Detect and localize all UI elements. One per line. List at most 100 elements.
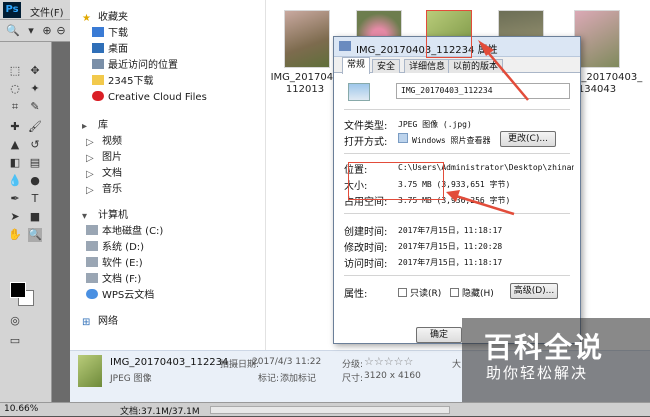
nav-docs-f[interactable]: 文档 (F:) bbox=[86, 272, 141, 288]
nav-system-d[interactable]: 系统 (D:) bbox=[86, 240, 144, 256]
gradient-tool-icon[interactable]: ▤ bbox=[28, 156, 42, 170]
file-type-icon bbox=[348, 83, 370, 101]
rating-stars[interactable]: ☆☆☆☆☆ bbox=[364, 355, 413, 368]
foreground-color-swatch[interactable] bbox=[10, 282, 26, 298]
highlight-box-thumbnail bbox=[426, 10, 472, 58]
change-button[interactable]: 更改(C)... bbox=[500, 131, 556, 147]
nav-downloads[interactable]: 下载 bbox=[92, 26, 128, 42]
created-label: 创建时间: bbox=[344, 227, 388, 238]
advanced-button[interactable]: 高级(D)... bbox=[510, 283, 558, 299]
marquee-tool-icon[interactable]: ⬚ bbox=[8, 64, 22, 78]
desktop-icon bbox=[92, 43, 104, 53]
divider bbox=[344, 275, 570, 276]
type-label: 文件类型: bbox=[344, 121, 388, 132]
nav-videos[interactable]: ▷ 视频 bbox=[86, 134, 122, 150]
chevron-down-icon[interactable]: ▾ bbox=[24, 24, 38, 38]
accessed-value: 2017年7月15日，11:18:17 bbox=[398, 258, 503, 267]
ps-toolbox: ⬚ ✥ ◌ ✦ ⌗ ✎ ✚ 🖌 ▲ ↺ ◧ ▤ 💧 ● ✒ T ➤ ■ ✋ 🔍 … bbox=[0, 42, 52, 402]
readonly-checkbox[interactable]: 只读(R) bbox=[398, 286, 441, 299]
recent-places-icon bbox=[92, 59, 104, 69]
created-value: 2017年7月15日，11:18:17 bbox=[398, 226, 503, 235]
zoom-tool-icon[interactable]: 🔍 bbox=[6, 24, 20, 38]
nav-software-e[interactable]: 软件 (E:) bbox=[86, 256, 143, 272]
ps-menubar: Ps 文件(F) bbox=[0, 0, 70, 20]
zoom-out-icon[interactable]: ⊖ bbox=[54, 24, 68, 38]
eyedropper-icon[interactable]: ✎ bbox=[28, 100, 42, 114]
nav-creative-cloud[interactable]: Creative Cloud Files bbox=[92, 90, 207, 106]
ps-canvas-area bbox=[52, 42, 70, 402]
zoom-level[interactable]: 10.66% bbox=[4, 404, 38, 414]
magic-wand-icon[interactable]: ✦ bbox=[28, 82, 42, 96]
nav-recent[interactable]: 最近访问的位置 bbox=[92, 58, 178, 74]
pen-tool-icon[interactable]: ✒ bbox=[8, 192, 22, 206]
nav-local-disk-c[interactable]: 本地磁盘 (C:) bbox=[86, 224, 163, 240]
type-value: JPEG 图像 (.jpg) bbox=[398, 120, 472, 129]
dialog-body: IMG_20170403_112234 文件类型: JPEG 图像 (.jpg)… bbox=[334, 73, 580, 343]
zoom-tool-icon[interactable]: 🔍 bbox=[28, 228, 42, 242]
brush-tool-icon[interactable]: 🖌 bbox=[28, 120, 42, 134]
hidden-checkbox[interactable]: 隐藏(H) bbox=[450, 286, 494, 299]
nav-network[interactable]: ⊞ 网络 bbox=[82, 314, 118, 330]
details-tags-value[interactable]: 添加标记 bbox=[280, 371, 316, 384]
healing-brush-icon[interactable]: ✚ bbox=[8, 120, 22, 134]
lasso-tool-icon[interactable]: ◌ bbox=[8, 82, 22, 96]
menu-file[interactable]: 文件(F) bbox=[30, 4, 64, 19]
nav-2345-downloads[interactable]: 2345下载 bbox=[92, 74, 153, 90]
dodge-tool-icon[interactable]: ● bbox=[28, 174, 42, 188]
highlight-box-size bbox=[348, 162, 444, 200]
history-brush-icon[interactable]: ↺ bbox=[28, 138, 42, 152]
details-thumbnail bbox=[78, 355, 102, 387]
tab-security[interactable]: 安全 bbox=[372, 59, 401, 73]
navigation-pane: ★ 收藏夹 下载 桌面 最近访问的位置 2345下载 Creative Cloud… bbox=[70, 0, 266, 350]
shape-tool-icon[interactable]: ■ bbox=[28, 210, 42, 224]
checkbox-icon bbox=[398, 288, 407, 297]
drive-icon bbox=[86, 241, 98, 251]
path-select-icon[interactable]: ➤ bbox=[8, 210, 22, 224]
hand-tool-icon[interactable]: ✋ bbox=[8, 228, 22, 242]
drive-icon bbox=[86, 273, 98, 283]
tab-general[interactable]: 常规 bbox=[342, 57, 371, 74]
nav-music[interactable]: ▷ 音乐 bbox=[86, 182, 122, 198]
modified-value: 2017年7月15日，11:20:28 bbox=[398, 242, 503, 251]
stamp-tool-icon[interactable]: ▲ bbox=[8, 138, 22, 152]
details-dims-label: 尺寸: bbox=[342, 374, 364, 384]
nav-pictures[interactable]: ▷ 图片 bbox=[86, 150, 122, 166]
divider bbox=[344, 109, 570, 110]
zoom-in-icon[interactable]: ⊕ bbox=[40, 24, 54, 38]
screen-mode-icon[interactable]: ▭ bbox=[8, 334, 22, 348]
modified-label: 修改时间: bbox=[344, 243, 388, 254]
expand-arrow-icon: ▷ bbox=[86, 185, 94, 196]
downloads-folder-icon bbox=[92, 27, 104, 37]
nav-libraries[interactable]: ▸ 库 bbox=[82, 118, 108, 134]
expand-arrow-icon: ▷ bbox=[86, 169, 94, 180]
divider bbox=[344, 153, 570, 154]
nav-documents[interactable]: ▷ 文档 bbox=[86, 166, 122, 182]
nav-wps-cloud[interactable]: WPS云文档 bbox=[86, 288, 154, 304]
thumb-1-label-line1: IMG_2017040 bbox=[270, 72, 340, 83]
drive-icon bbox=[86, 257, 98, 267]
ok-button[interactable]: 确定 bbox=[416, 327, 462, 343]
dialog-tabs: 常规 安全 详细信息 以前的版本 bbox=[334, 57, 580, 74]
thumbnail-1[interactable] bbox=[284, 10, 330, 68]
eraser-tool-icon[interactable]: ◧ bbox=[8, 156, 22, 170]
checkbox-icon bbox=[450, 288, 459, 297]
filename-field[interactable]: IMG_20170403_112234 bbox=[396, 83, 570, 99]
open-with-label: 打开方式: bbox=[344, 137, 388, 148]
details-filename: IMG_20170403_112234 bbox=[110, 357, 229, 368]
details-rating-label: 分级: bbox=[342, 360, 364, 370]
creative-cloud-icon bbox=[92, 91, 104, 101]
nav-computer[interactable]: ▾ 计算机 bbox=[82, 208, 128, 224]
type-tool-icon[interactable]: T bbox=[28, 192, 42, 206]
quick-mask-icon[interactable]: ◎ bbox=[8, 314, 22, 328]
expand-arrow-icon: ▷ bbox=[86, 153, 94, 164]
move-tool-icon[interactable]: ✥ bbox=[28, 64, 42, 78]
details-tags-label: 标记: bbox=[258, 374, 280, 384]
horizontal-scrollbar[interactable] bbox=[210, 406, 450, 414]
ps-options-bar: 🔍 ▾ ⊕ ⊖ bbox=[0, 20, 70, 42]
nav-favorites[interactable]: ★ 收藏夹 bbox=[82, 10, 128, 26]
tab-details[interactable]: 详细信息 bbox=[404, 59, 451, 73]
blur-tool-icon[interactable]: 💧 bbox=[8, 174, 22, 188]
tab-previous-versions[interactable]: 以前的版本 bbox=[448, 59, 504, 73]
nav-desktop[interactable]: 桌面 bbox=[92, 42, 128, 58]
crop-tool-icon[interactable]: ⌗ bbox=[8, 100, 22, 114]
